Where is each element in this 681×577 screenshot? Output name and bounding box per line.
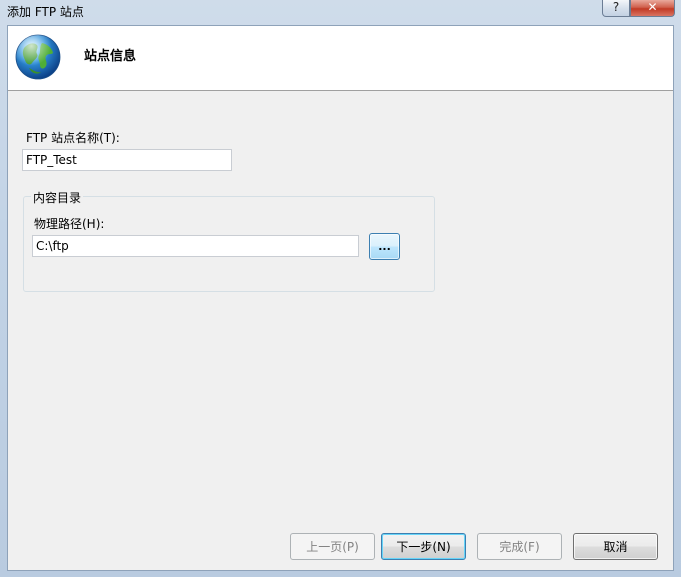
title-bar[interactable]: 添加 FTP 站点 ? ✕ [0, 0, 681, 24]
site-name-input[interactable] [22, 149, 232, 171]
physical-path-input[interactable] [32, 235, 359, 257]
finish-button[interactable]: 完成(F) [477, 533, 562, 560]
wizard-header: 站点信息 [8, 26, 673, 91]
physical-path-label: 物理路径(H): [34, 217, 105, 231]
help-icon: ? [612, 0, 620, 14]
previous-button[interactable]: 上一页(P) [290, 533, 375, 560]
add-ftp-site-dialog: 添加 FTP 站点 ? ✕ 站点信息 FTP 站点名称(T): FTP_Test… [0, 0, 681, 577]
content-directory-label: 内容目录 [31, 189, 84, 206]
browse-button[interactable]: ... [369, 233, 400, 260]
next-button[interactable]: 下一步(N) [381, 533, 466, 560]
site-name-label: FTP 站点名称(T): [26, 131, 120, 145]
close-icon: ✕ [647, 0, 658, 14]
globe-icon [15, 34, 61, 80]
close-button[interactable]: ✕ [630, 0, 675, 17]
dialog-body: 站点信息 FTP 站点名称(T): 内容目录 物理路径(H): ... 上一页(… [7, 25, 674, 571]
page-title: 站点信息 [84, 49, 137, 64]
cancel-button[interactable]: 取消 [573, 533, 658, 560]
window-title: 添加 FTP 站点 [7, 5, 84, 19]
help-button[interactable]: ? [602, 0, 630, 17]
